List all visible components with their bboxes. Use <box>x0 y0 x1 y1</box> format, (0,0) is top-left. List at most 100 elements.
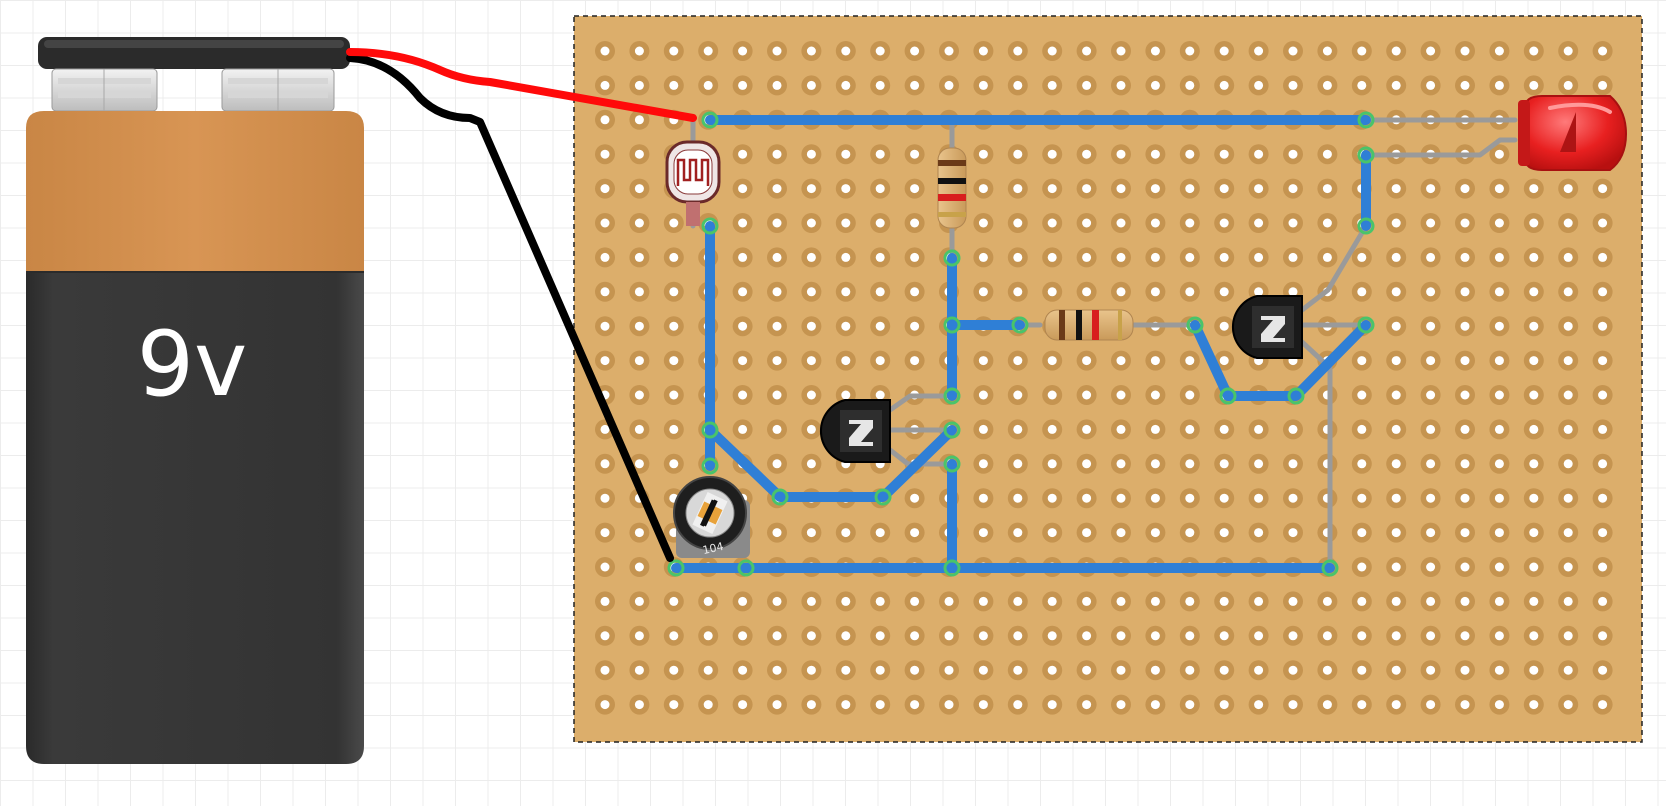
board-hole-center <box>1082 631 1092 641</box>
board-hole-center <box>1150 80 1160 90</box>
board-hole-center <box>1219 700 1229 710</box>
board-hole-center <box>1357 562 1367 572</box>
board-hole-center <box>669 80 679 90</box>
board-hole-center <box>806 390 816 400</box>
board-hole-center <box>1150 528 1160 538</box>
board-hole-center <box>634 356 644 366</box>
board-hole-center <box>875 596 885 606</box>
board-hole-center <box>1047 46 1057 56</box>
circuit-diagram: 9v 104 <box>26 15 1643 764</box>
board-hole-center <box>1494 665 1504 675</box>
board-hole-center <box>1047 596 1057 606</box>
board-hole-center <box>1013 184 1023 194</box>
board-hole-center <box>1185 46 1195 56</box>
board-hole-center <box>669 700 679 710</box>
red-led[interactable] <box>1518 95 1628 171</box>
board-hole-center <box>1563 562 1573 572</box>
board-hole-center <box>1391 80 1401 90</box>
board-hole-center <box>1288 184 1298 194</box>
board-hole-center <box>1082 149 1092 159</box>
board-hole-center <box>1357 390 1367 400</box>
board-hole-center <box>1426 459 1436 469</box>
board-hole-center <box>1013 596 1023 606</box>
board-hole-center <box>600 218 610 228</box>
board-hole-center <box>1322 46 1332 56</box>
board-hole-center <box>978 184 988 194</box>
board-hole-center <box>772 287 782 297</box>
board-hole-center <box>806 149 816 159</box>
board-hole-center <box>1357 665 1367 675</box>
board-hole-center <box>1598 356 1608 366</box>
board-hole-center <box>910 596 920 606</box>
board-hole-center <box>1288 46 1298 56</box>
board-hole-center <box>1529 46 1539 56</box>
board-hole-center <box>1013 356 1023 366</box>
board-hole-center <box>1013 252 1023 262</box>
board-hole-center <box>944 665 954 675</box>
board-hole-center <box>1563 46 1573 56</box>
battery-9v[interactable]: 9v <box>26 37 364 764</box>
board-hole-center <box>1391 356 1401 366</box>
board-hole-center <box>1460 459 1470 469</box>
board-hole-center <box>1185 149 1195 159</box>
board-hole-center <box>1322 700 1332 710</box>
board-hole-center <box>772 321 782 331</box>
npn-transistor-left[interactable] <box>819 399 891 463</box>
board-hole-center <box>1047 80 1057 90</box>
board-hole-center <box>669 596 679 606</box>
board-hole-center <box>634 287 644 297</box>
board-hole-center <box>1460 493 1470 503</box>
board-hole-center <box>634 218 644 228</box>
board-hole-center <box>1391 665 1401 675</box>
board-hole-center <box>738 252 748 262</box>
board-hole-center <box>944 631 954 641</box>
board-hole-center <box>1185 459 1195 469</box>
board-hole-center <box>841 321 851 331</box>
board-hole-center <box>1563 184 1573 194</box>
board-hole-center <box>1460 562 1470 572</box>
board-hole-center <box>600 493 610 503</box>
board-hole-center <box>1391 493 1401 503</box>
board-hole-center <box>669 321 679 331</box>
npn-transistor-right[interactable] <box>1231 295 1303 359</box>
board-hole-center <box>1529 252 1539 262</box>
board-hole-center <box>1460 184 1470 194</box>
board-hole-center <box>1185 528 1195 538</box>
board-hole-center <box>1288 287 1298 297</box>
board-hole-center <box>1013 459 1023 469</box>
board-hole-center <box>1013 631 1023 641</box>
board-hole-center <box>1082 493 1092 503</box>
board-hole-center <box>1116 493 1126 503</box>
board-hole-center <box>1288 528 1298 538</box>
board-hole-center <box>875 528 885 538</box>
board-hole-center <box>910 149 920 159</box>
board-hole-center <box>1426 390 1436 400</box>
board-hole-center <box>1494 184 1504 194</box>
board-hole-center <box>1082 596 1092 606</box>
board-hole-center <box>1150 184 1160 194</box>
board-hole-center <box>1150 356 1160 366</box>
board-hole-center <box>1529 665 1539 675</box>
resistor-horizontal[interactable] <box>1044 309 1134 341</box>
board-hole-center <box>1116 459 1126 469</box>
board-hole-center <box>1013 424 1023 434</box>
board-hole-center <box>738 424 748 434</box>
board-hole-center <box>1529 424 1539 434</box>
board-hole-center <box>1494 390 1504 400</box>
board-hole-center <box>875 665 885 675</box>
board-hole-center <box>1598 390 1608 400</box>
board-hole-center <box>841 46 851 56</box>
resistor-vertical[interactable] <box>937 147 967 229</box>
board-hole-center <box>772 528 782 538</box>
board-hole-center <box>1391 700 1401 710</box>
board-hole-center <box>1460 80 1470 90</box>
board-hole-center <box>669 287 679 297</box>
board-hole-center <box>600 149 610 159</box>
board-hole-center <box>1288 459 1298 469</box>
board-hole-center <box>1254 700 1264 710</box>
board-hole-center <box>669 631 679 641</box>
board-hole-center <box>1598 700 1608 710</box>
board-hole-center <box>634 390 644 400</box>
board-hole-center <box>978 528 988 538</box>
board-hole-center <box>1150 459 1160 469</box>
